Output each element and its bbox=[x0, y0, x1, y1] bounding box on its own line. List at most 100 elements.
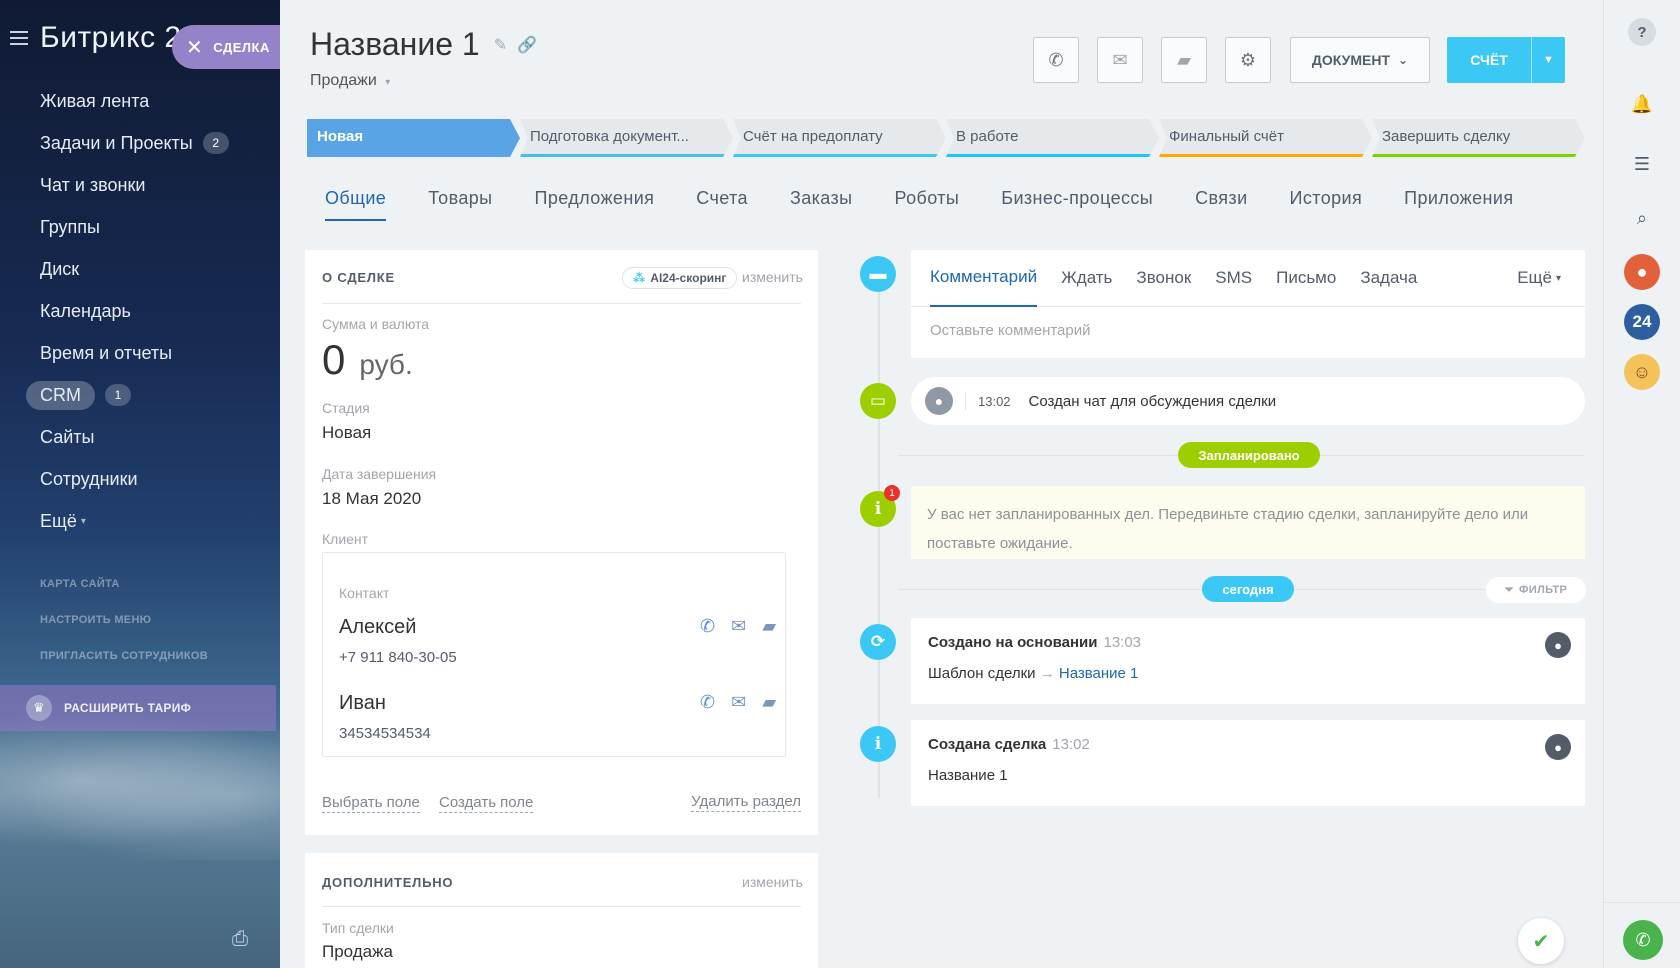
stage-final-invoice[interactable]: Финальный счёт bbox=[1159, 119, 1372, 157]
create-field-link[interactable]: Создать поле bbox=[439, 794, 534, 813]
sidebar-item-feed[interactable]: Живая лента bbox=[0, 80, 280, 122]
tab-general[interactable]: Общие bbox=[325, 188, 387, 221]
email-button[interactable]: ✉ bbox=[1097, 37, 1143, 83]
shield-check-icon[interactable]: ✔ bbox=[1518, 918, 1564, 964]
tab-wait[interactable]: Ждать bbox=[1061, 250, 1112, 307]
help-icon[interactable]: ? bbox=[1628, 18, 1656, 46]
user-avatar-icon[interactable]: ☺ bbox=[1624, 354, 1660, 390]
stage-value[interactable]: Новая bbox=[322, 423, 371, 443]
search-icon[interactable]: ⌕ bbox=[1624, 200, 1660, 236]
tab-apps[interactable]: Приложения bbox=[1404, 188, 1513, 221]
tab-products[interactable]: Товары bbox=[428, 188, 492, 221]
sidebar-item-label: Задачи и Проекты bbox=[40, 132, 193, 153]
tab-invoices[interactable]: Счета bbox=[696, 188, 748, 221]
tab-quotes[interactable]: Предложения bbox=[535, 188, 655, 221]
sidebar-item-calendar[interactable]: Календарь bbox=[0, 290, 280, 332]
upgrade-plan-button[interactable]: ♛ РАСШИРИТЬ ТАРИФ bbox=[0, 685, 276, 731]
amount-field[interactable]: 0 руб. bbox=[322, 336, 413, 384]
contact-name[interactable]: Алексей bbox=[339, 616, 416, 639]
chat-icon[interactable]: ▰ bbox=[762, 692, 776, 713]
tab-robots[interactable]: Роботы bbox=[895, 188, 960, 221]
sidebar-item-disk[interactable]: Диск bbox=[0, 248, 280, 290]
sidebar-item-crm[interactable]: CRM 1 bbox=[0, 374, 280, 416]
amount-label: Сумма и валюта bbox=[322, 316, 430, 332]
call-button[interactable]: ✆ bbox=[1033, 37, 1079, 83]
pipeline-selector[interactable]: Продажи ▾ bbox=[310, 72, 390, 90]
select-field-link[interactable]: Выбрать поле bbox=[322, 794, 420, 813]
close-icon[interactable]: ✕ bbox=[186, 35, 203, 60]
event-title: Создана сделка bbox=[928, 736, 1047, 753]
sidebar-item-employees[interactable]: Сотрудники bbox=[0, 458, 280, 500]
phone-call-icon[interactable]: ✆ bbox=[1623, 920, 1663, 960]
crm-user-icon[interactable]: ● bbox=[1624, 254, 1660, 290]
chat-icon: ▰ bbox=[1177, 49, 1191, 70]
sidebar-item-chat[interactable]: Чат и звонки bbox=[0, 164, 280, 206]
edit-link[interactable]: изменить bbox=[742, 874, 803, 890]
close-date-value[interactable]: 18 Мая 2020 bbox=[322, 489, 421, 509]
stage-in-work[interactable]: В работе bbox=[946, 119, 1159, 157]
sidebar-item-more[interactable]: Ещё ▾ bbox=[0, 500, 280, 542]
tab-call[interactable]: Звонок bbox=[1136, 250, 1191, 307]
counter-badge: 1 bbox=[105, 384, 131, 406]
create-field-label: Создать поле bbox=[439, 794, 534, 813]
chat-created-item[interactable]: ● 13:02 Создан чат для обсуждения сделки bbox=[911, 377, 1585, 425]
ai-scoring-pill[interactable]: ⁂ AI24-скоринг bbox=[622, 267, 738, 289]
deal-link[interactable]: Название 1 bbox=[1059, 665, 1139, 682]
tab-business-processes[interactable]: Бизнес-процессы bbox=[1001, 188, 1153, 221]
document-button[interactable]: ДОКУМЕНТ ⌄ bbox=[1290, 37, 1430, 83]
tab-comment[interactable]: Комментарий bbox=[930, 250, 1038, 307]
printer-icon[interactable]: ⎙ bbox=[232, 928, 248, 951]
tab-history[interactable]: История bbox=[1290, 188, 1363, 221]
bell-icon[interactable]: 🔔 bbox=[1624, 86, 1660, 122]
contact-phone[interactable]: 34534534534 bbox=[339, 725, 431, 742]
stage-new[interactable]: Новая bbox=[307, 119, 520, 157]
configure-menu-link[interactable]: НАСТРОИТЬ МЕНЮ bbox=[0, 602, 280, 638]
comment-input[interactable]: Оставьте комментарий bbox=[911, 307, 1585, 354]
stage-finish[interactable]: Завершить сделку bbox=[1372, 119, 1585, 157]
sidebar-item-tasks[interactable]: Задачи и Проекты 2 bbox=[0, 122, 280, 164]
sidebar-item-label: Календарь bbox=[40, 300, 131, 321]
stage-prepay[interactable]: Счёт на предоплату bbox=[733, 119, 946, 157]
envelope-icon[interactable]: ✉ bbox=[731, 616, 746, 637]
no-activities-warning: У вас нет запланированных дел. Передвинь… bbox=[911, 486, 1585, 559]
envelope-icon[interactable]: ✉ bbox=[731, 692, 746, 713]
delete-section-link[interactable]: Удалить раздел bbox=[691, 793, 801, 812]
tab-orders[interactable]: Заказы bbox=[790, 188, 853, 221]
invoice-button[interactable]: СЧЁТ ▼ bbox=[1447, 37, 1565, 83]
tab-sms[interactable]: SMS bbox=[1215, 250, 1252, 307]
link-icon[interactable]: 🔗 bbox=[517, 35, 537, 55]
filter-button[interactable]: ⏷ ФИЛЬТР bbox=[1486, 577, 1586, 603]
deal-type-value[interactable]: Продажа bbox=[322, 942, 393, 962]
chat-icon[interactable]: ▰ bbox=[762, 616, 776, 637]
pencil-icon[interactable]: ✎ bbox=[494, 35, 507, 55]
user-avatar-icon[interactable]: ● bbox=[1545, 734, 1571, 760]
invoice-dropdown-arrow[interactable]: ▼ bbox=[1531, 37, 1565, 83]
sidebar-item-time[interactable]: Время и отчеты bbox=[0, 332, 280, 374]
phone-icon[interactable]: ✆ bbox=[700, 616, 715, 637]
tab-more[interactable]: Ещё ▾ bbox=[1517, 250, 1561, 307]
menu-icon[interactable] bbox=[10, 31, 28, 45]
sidebar-item-sites[interactable]: Сайты bbox=[0, 416, 280, 458]
timeline-event[interactable]: Создано на основании 13:03 Шаблон сделки … bbox=[911, 618, 1585, 704]
deal-close-pill[interactable]: ✕ СДЕЛКА bbox=[172, 25, 280, 69]
invite-link[interactable]: ПРИГЛАСИТЬ СОТРУДНИКОВ bbox=[0, 638, 280, 674]
bitrix24-icon[interactable]: 24 bbox=[1624, 304, 1660, 340]
messages-icon[interactable]: ☰ bbox=[1624, 146, 1660, 182]
stage-docs[interactable]: Подготовка документ... bbox=[520, 119, 733, 157]
tab-task[interactable]: Задача bbox=[1360, 250, 1417, 307]
main-content: Название 1 ✎ 🔗 Продажи ▾ ✆ ✉ ▰ ⚙ ДОКУМЕН… bbox=[280, 0, 1603, 968]
sidebar-item-groups[interactable]: Группы bbox=[0, 206, 280, 248]
edit-link[interactable]: изменить bbox=[742, 269, 803, 285]
tab-email[interactable]: Письмо bbox=[1276, 250, 1336, 307]
settings-button[interactable]: ⚙ bbox=[1225, 37, 1271, 83]
timeline-event[interactable]: Создана сделка 13:02 Название 1 ● bbox=[911, 720, 1585, 806]
tab-relations[interactable]: Связи bbox=[1195, 188, 1247, 221]
event-source: Шаблон сделки bbox=[928, 665, 1036, 682]
chat-button[interactable]: ▰ bbox=[1161, 37, 1207, 83]
phone-icon[interactable]: ✆ bbox=[700, 692, 715, 713]
user-avatar-icon[interactable]: ● bbox=[1545, 632, 1571, 658]
amount-value: 0 bbox=[322, 336, 346, 383]
contact-name[interactable]: Иван bbox=[339, 692, 386, 715]
contact-phone[interactable]: +7 911 840-30-05 bbox=[339, 649, 457, 666]
sitemap-link[interactable]: КАРТА САЙТА bbox=[0, 566, 280, 602]
